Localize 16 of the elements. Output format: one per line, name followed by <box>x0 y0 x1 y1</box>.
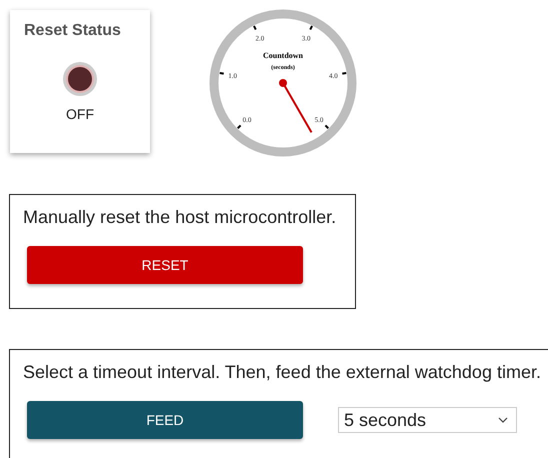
gauge-tick <box>237 124 242 129</box>
gauge-tick <box>309 26 313 30</box>
gauge-title: Countdown <box>263 51 303 60</box>
reset-button[interactable]: RESET <box>27 246 303 284</box>
status-label: OFF <box>66 106 94 122</box>
card-title: Reset Status <box>24 22 121 40</box>
chevron-icon <box>498 417 508 423</box>
gauge-needle <box>279 79 312 133</box>
gauge-tick <box>220 72 224 75</box>
instruction-text: Select a timeout interval. Then, feed the external watchdog timer. <box>23 362 542 383</box>
interval-dropdown[interactable]: 5 seconds <box>338 407 517 433</box>
instruction-text: Manually reset the host microcontroller. <box>23 207 338 228</box>
gauge-tick <box>324 124 329 129</box>
gauge-tick <box>253 26 257 30</box>
feed-button[interactable]: FEED <box>27 401 303 439</box>
gauge-tick <box>342 72 346 75</box>
